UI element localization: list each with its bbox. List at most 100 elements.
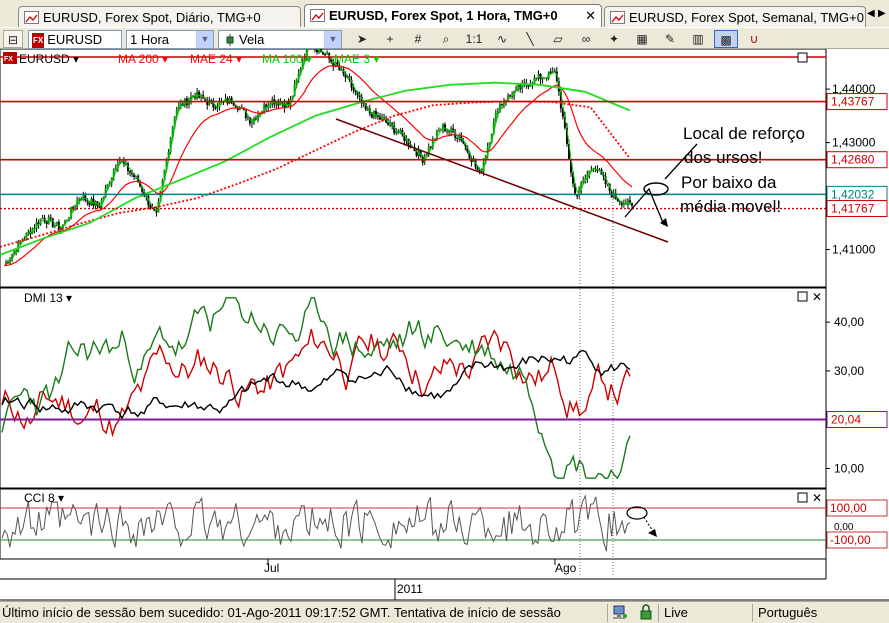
- dmi-tick-label: 40,00: [834, 315, 864, 329]
- price-panel: [0, 49, 827, 288]
- symbol-field[interactable]: FX EURUSD: [28, 30, 122, 49]
- annotation-text: Local de reforço: [683, 124, 805, 143]
- overlay-label: MAE 24 ▾: [190, 52, 242, 66]
- time-tick-label: Ago: [555, 561, 577, 575]
- maximize-icon: [797, 291, 808, 302]
- zoom-icon[interactable]: ⌕: [434, 30, 458, 48]
- tab-scroll-right-icon[interactable]: ▶: [878, 8, 888, 22]
- candle-body: [456, 137, 459, 139]
- candle-body: [214, 107, 217, 109]
- cci-zero-label: 0,00: [834, 522, 854, 533]
- timeframe-select[interactable]: 1 Hora ▼: [126, 30, 214, 49]
- price-tick-label: 1,44000: [832, 82, 876, 96]
- link-icon[interactable]: ∞: [574, 30, 598, 48]
- status-bar: Último início de sessão bem sucedido: 01…: [0, 601, 889, 623]
- grid-icon[interactable]: #: [406, 30, 430, 48]
- tab-scroll-left-icon[interactable]: ◀: [867, 8, 877, 22]
- candle-body: [324, 54, 327, 56]
- candle-body: [41, 217, 44, 219]
- chart-area[interactable]: FX EURUSD ▾ MA 200 ▾ MAE 24 ▾ MA 100 ▾ MAE 3 …: [0, 49, 889, 601]
- candle-icon: [224, 33, 236, 47]
- status-message: Último início de sessão bem sucedido: 01…: [2, 605, 561, 620]
- status-separator: [752, 604, 753, 622]
- close-icon: ✕: [812, 290, 822, 304]
- cci-upper-label: 100,00: [830, 501, 867, 515]
- crosshair-icon[interactable]: +: [378, 30, 402, 48]
- time-tick-label: Jul: [264, 561, 279, 575]
- candle-body: [98, 206, 101, 209]
- scale-icon[interactable]: 1:1: [462, 30, 486, 48]
- magnet-icon[interactable]: ∪: [742, 30, 766, 48]
- candle-body: [51, 218, 54, 227]
- chevron-down-icon[interactable]: ▼: [196, 31, 213, 48]
- chevron-down-icon[interactable]: ▼: [324, 31, 341, 48]
- candles-icon[interactable]: ▩: [714, 30, 738, 48]
- chart-toolbar: ⊟ FX EURUSD 1 Hora ▼ Vela ▼ ➤ + # ⌕ 1:1 ∿ ╲ ▱ ∞ ✦ ▦…: [0, 27, 889, 49]
- fx-icon: FX: [32, 33, 45, 48]
- tab-label: EURUSD, Forex Spot, Diário, TMG+0: [43, 10, 261, 25]
- candle-body: [155, 210, 158, 213]
- overlay-label: MAE 3 ▾: [334, 52, 379, 66]
- status-separator: [658, 604, 659, 622]
- candle-body: [250, 122, 253, 124]
- pointer-icon[interactable]: ➤: [350, 30, 374, 48]
- dmi-level-label: 20,04: [831, 413, 861, 427]
- chart-canvas: FX EURUSD ▾ MA 200 ▾ MAE 24 ▾ MA 100 ▾ MAE 3 …: [0, 49, 889, 601]
- symbol-label: EURUSD ▾: [19, 52, 79, 66]
- year-label: 2011: [397, 582, 423, 596]
- connection-status: Live: [664, 605, 688, 620]
- candle-body: [446, 130, 449, 132]
- tab-label: EURUSD, Forex Spot, Semanal, TMG+0: [629, 10, 864, 25]
- annotation-text: média movel!: [680, 197, 781, 216]
- overlay-label: MA 200 ▾: [118, 52, 168, 66]
- chart-type-value: Vela: [239, 32, 265, 47]
- candle-body: [437, 130, 440, 132]
- candle-body: [509, 95, 512, 97]
- dmi-tick-label: 10,00: [834, 461, 864, 475]
- candle-body: [576, 195, 579, 197]
- collapse-icon[interactable]: ⊟: [3, 30, 23, 48]
- candle-body: [517, 85, 520, 88]
- chart-icon: [24, 11, 39, 24]
- close-icon[interactable]: ✕: [585, 8, 596, 24]
- computer-icon: [612, 604, 628, 620]
- chart-icon: [310, 9, 325, 22]
- candle-body: [500, 103, 503, 105]
- cci-label: CCI 8 ▾: [24, 491, 64, 505]
- chart-type-select[interactable]: Vela ▼: [218, 30, 342, 49]
- candle-body: [541, 78, 544, 80]
- drawing-icon[interactable]: ✎: [658, 30, 682, 48]
- tab-label: EURUSD, Forex Spot, 1 Hora, TMG+0: [329, 8, 558, 23]
- magic-icon[interactable]: ✦: [602, 30, 626, 48]
- status-separator: [607, 604, 608, 622]
- bars-icon[interactable]: ▥: [686, 30, 710, 48]
- dmi-tick-label: 30,00: [834, 364, 864, 378]
- price-level-label: 1,42032: [831, 187, 875, 201]
- candle-body: [49, 217, 52, 219]
- indicator-icon[interactable]: ∿: [490, 30, 514, 48]
- language-status: Português: [758, 605, 818, 620]
- candle-body: [198, 91, 201, 98]
- trendline-icon[interactable]: ╲: [518, 30, 542, 48]
- chart-tab-bar: EURUSD, Forex Spot, Diário, TMG+0 EURUSD…: [0, 0, 889, 28]
- dmi-label: DMI 13 ▾: [24, 291, 72, 305]
- buy-sell-icon[interactable]: ▦: [630, 30, 654, 48]
- eraser-icon[interactable]: ▱: [546, 30, 570, 48]
- price-level-label: 1,42680: [831, 153, 875, 167]
- maximize-icon: [797, 492, 808, 503]
- price-tick-label: 1,43000: [832, 136, 876, 150]
- chart-icon: [610, 11, 625, 24]
- close-icon: ✕: [812, 491, 822, 505]
- candle-body: [45, 221, 48, 224]
- fx-icon-text: FX: [4, 56, 13, 63]
- overlay-label: MA 100 ▾: [262, 52, 312, 66]
- timeframe-value: 1 Hora: [130, 32, 170, 47]
- price-tick-label: 1,41000: [832, 243, 876, 257]
- candle-body: [27, 231, 30, 233]
- candle-body: [78, 199, 81, 201]
- tab-hourly[interactable]: EURUSD, Forex Spot, 1 Hora, TMG+0 ✕: [304, 4, 602, 28]
- lock-icon: [638, 604, 654, 620]
- candle-body: [395, 132, 398, 134]
- tab-weekly[interactable]: EURUSD, Forex Spot, Semanal, TMG+0: [604, 6, 866, 28]
- tab-daily[interactable]: EURUSD, Forex Spot, Diário, TMG+0: [18, 6, 301, 28]
